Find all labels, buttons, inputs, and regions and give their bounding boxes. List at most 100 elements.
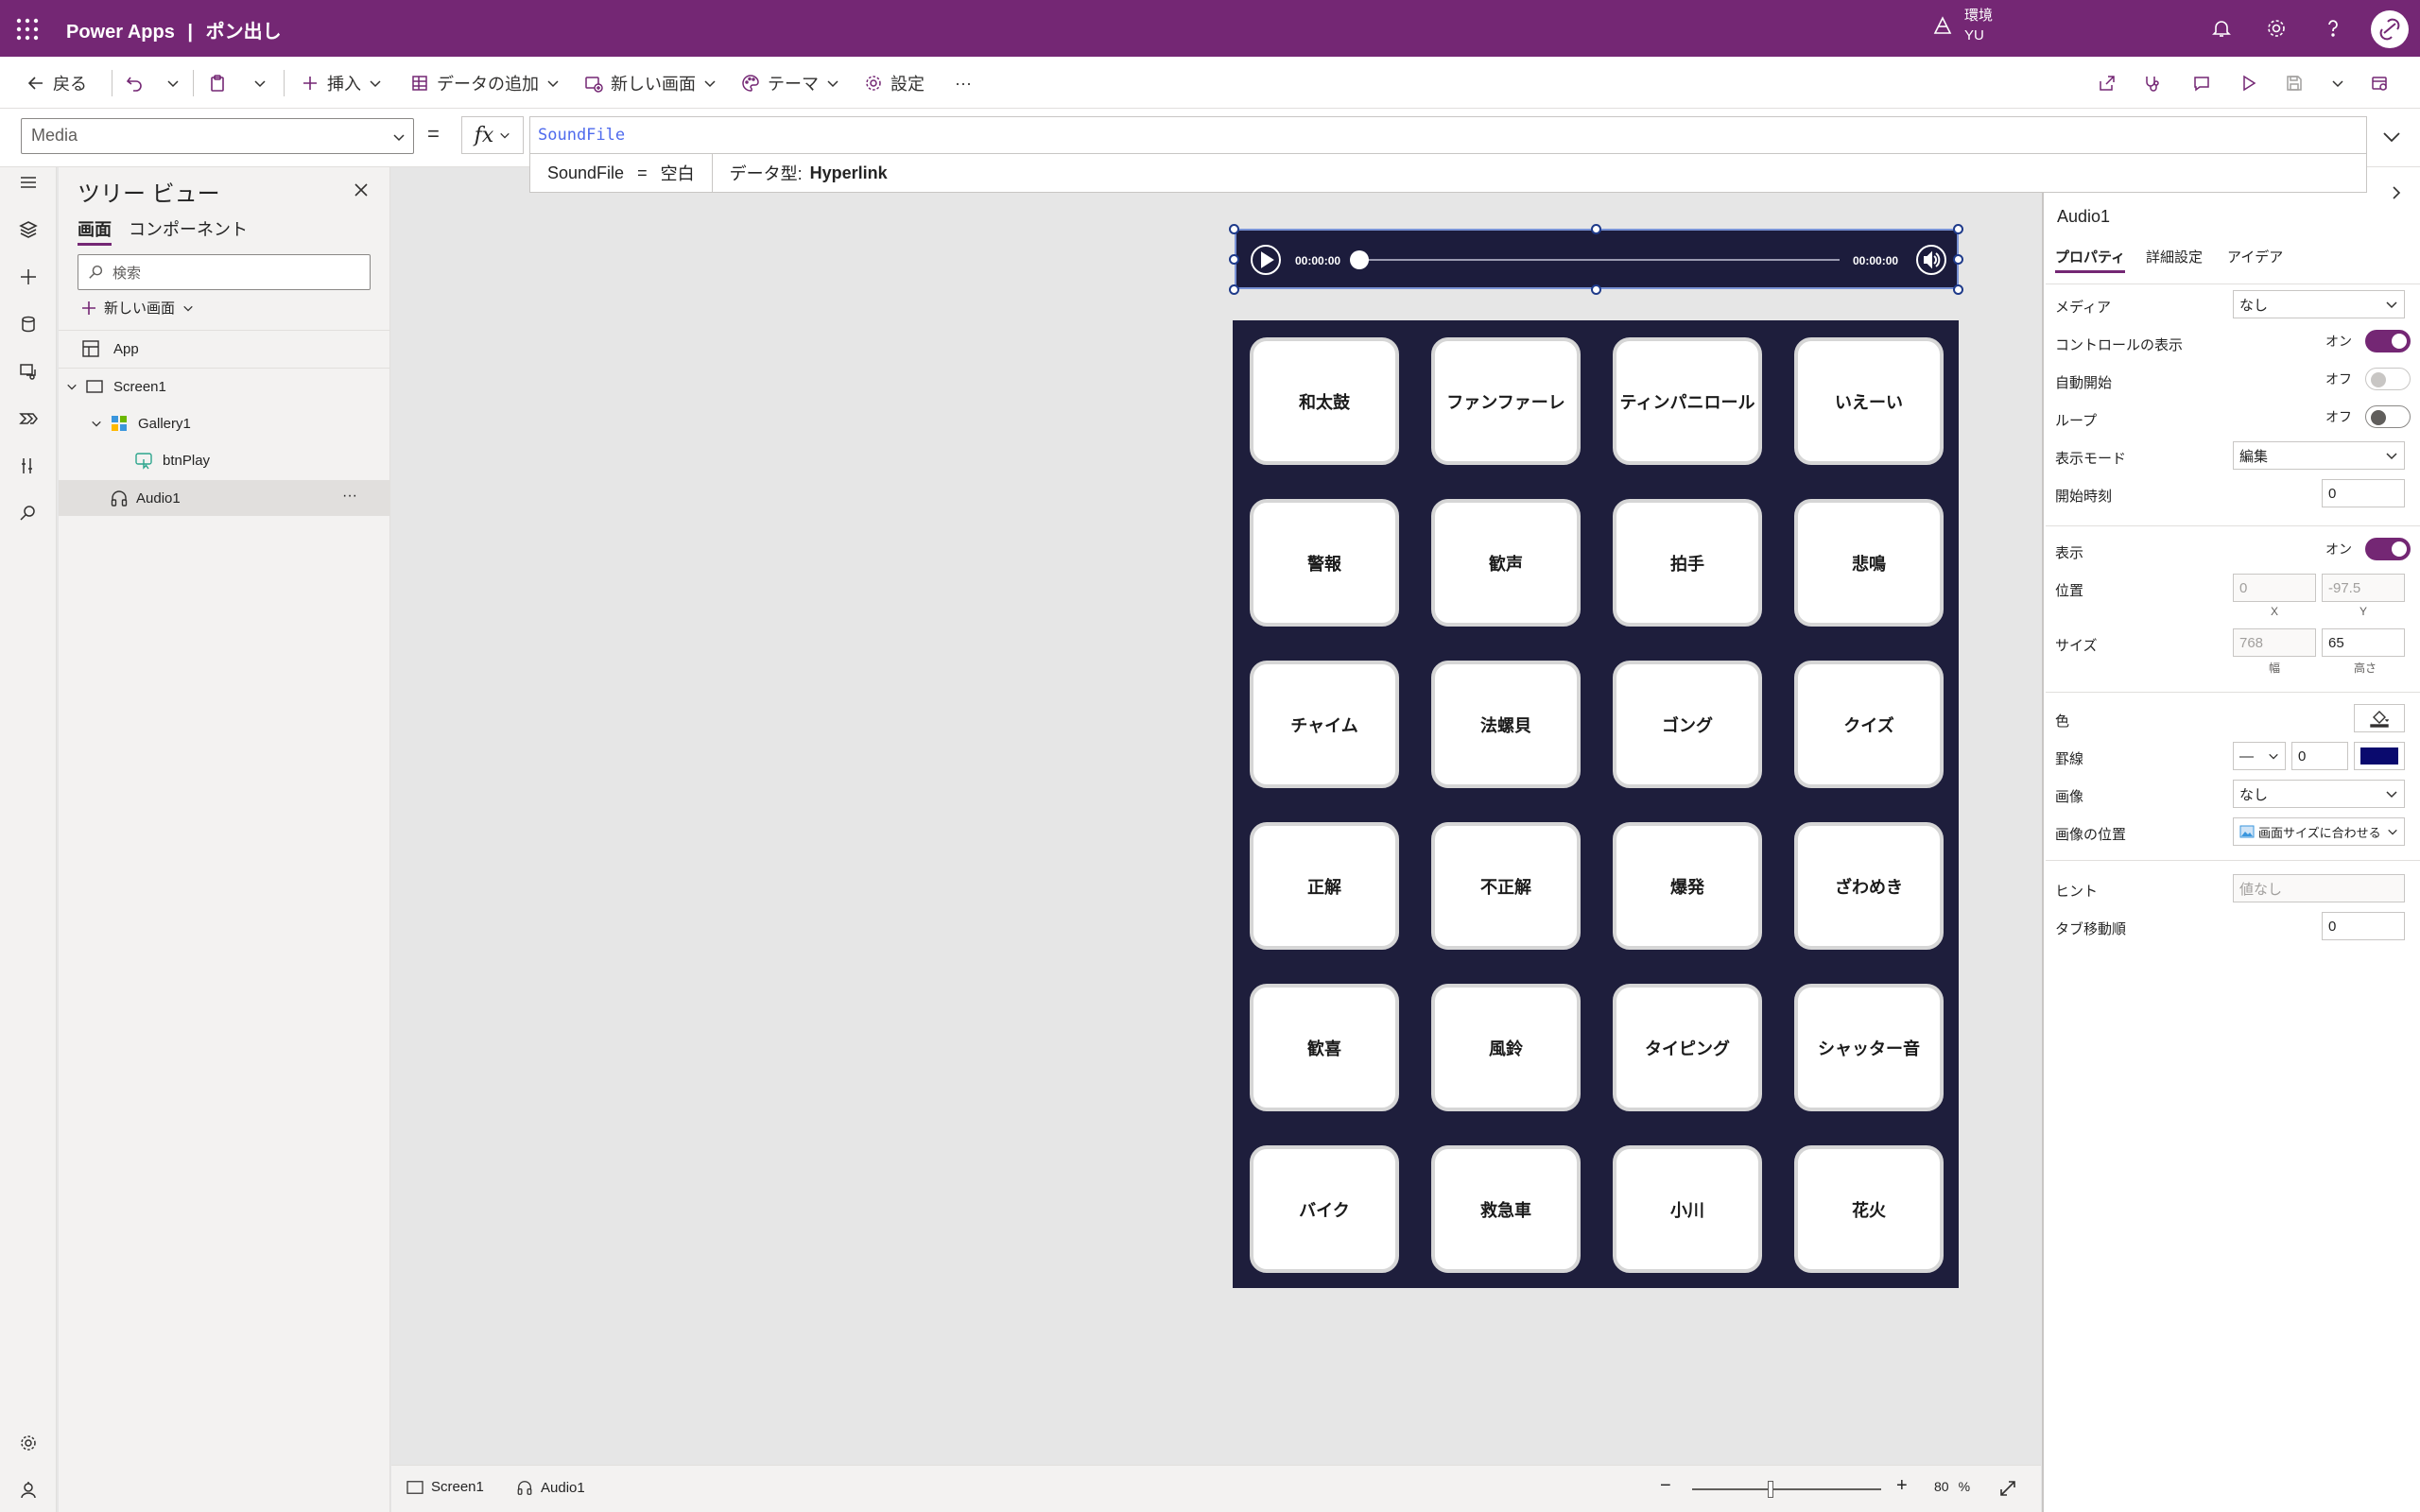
sound-button[interactable]: ざわめき xyxy=(1794,822,1944,950)
border-color-picker[interactable] xyxy=(2354,742,2405,770)
tab-screens[interactable]: 画面 xyxy=(78,216,112,246)
resize-handle[interactable] xyxy=(1953,224,1963,234)
save-dropdown[interactable] xyxy=(2324,69,2352,97)
publish-icon[interactable] xyxy=(2365,69,2394,97)
breadcrumb-screen1[interactable]: Screen1 xyxy=(406,1479,484,1495)
sound-button[interactable]: 警報 xyxy=(1250,499,1399,627)
tab-index-input[interactable]: 0 xyxy=(2322,912,2405,940)
sound-button[interactable]: 風鈴 xyxy=(1431,984,1581,1111)
image-dropdown[interactable]: なし xyxy=(2233,780,2405,808)
waffle-icon[interactable] xyxy=(13,15,42,43)
loop-toggle[interactable]: オフ xyxy=(2325,405,2411,428)
save-icon[interactable] xyxy=(2280,69,2308,97)
resize-handle[interactable] xyxy=(1953,254,1963,265)
hamburger-icon[interactable] xyxy=(13,167,43,198)
power-automate-icon[interactable] xyxy=(13,404,43,434)
environment-picker[interactable]: 環境 YU xyxy=(1932,6,1993,45)
display-mode-dropdown[interactable]: 編集 xyxy=(2233,441,2405,470)
sound-button[interactable]: 法螺貝 xyxy=(1431,661,1581,788)
sound-button[interactable]: チャイム xyxy=(1250,661,1399,788)
fit-to-window-icon[interactable] xyxy=(1998,1479,2017,1498)
advanced-tools-icon[interactable] xyxy=(13,451,43,481)
breadcrumb-audio1[interactable]: Audio1 xyxy=(516,1479,585,1496)
resize-handle[interactable] xyxy=(1953,284,1963,295)
tree-node-audio1[interactable]: Audio1 ··· xyxy=(59,480,390,516)
new-screen-link[interactable]: 新しい画面 xyxy=(81,298,194,318)
settings-button[interactable]: 設定 xyxy=(864,69,925,97)
back-button[interactable]: 戻る xyxy=(26,69,87,97)
tree-node-btnplay[interactable]: btnPlay xyxy=(59,442,390,478)
border-width-input[interactable]: 0 xyxy=(2291,742,2348,770)
zoom-slider[interactable] xyxy=(1692,1481,1881,1498)
tree-view-icon[interactable] xyxy=(13,215,43,245)
zoom-in-button[interactable]: + xyxy=(1896,1475,1908,1497)
toggle-switch[interactable] xyxy=(2365,330,2411,352)
sound-button[interactable]: バイク xyxy=(1250,1145,1399,1273)
media-dropdown[interactable]: なし xyxy=(2233,290,2405,318)
share-icon[interactable] xyxy=(2093,69,2121,97)
sound-button[interactable]: 小川 xyxy=(1613,1145,1762,1273)
tree-node-gallery1[interactable]: Gallery1 xyxy=(59,405,390,441)
show-controls-toggle[interactable]: オン xyxy=(2325,330,2411,352)
tab-components[interactable]: コンポーネント xyxy=(129,216,248,241)
seek-bar[interactable] xyxy=(1350,250,1840,269)
resize-handle[interactable] xyxy=(1229,254,1239,265)
volume-icon[interactable] xyxy=(1915,244,1947,276)
zoom-slider-thumb[interactable] xyxy=(1768,1481,1773,1498)
paste-button[interactable] xyxy=(208,69,227,97)
more-commands-button[interactable]: ··· xyxy=(955,69,972,97)
rail-settings-icon[interactable] xyxy=(13,1428,43,1458)
sound-button[interactable]: ティンパニロール xyxy=(1613,337,1762,465)
sound-button[interactable]: シャッター音 xyxy=(1794,984,1944,1111)
sound-button[interactable]: 救急車 xyxy=(1431,1145,1581,1273)
sound-button[interactable]: いえーい xyxy=(1794,337,1944,465)
search-icon[interactable] xyxy=(13,498,43,528)
insert-button[interactable]: 挿入 xyxy=(301,69,382,97)
toggle-switch[interactable] xyxy=(2365,538,2411,560)
start-time-input[interactable]: 0 xyxy=(2322,479,2405,507)
sound-button[interactable]: クイズ xyxy=(1794,661,1944,788)
add-data-button[interactable]: データの追加 xyxy=(410,69,560,97)
chevron-right-icon[interactable] xyxy=(2388,184,2405,201)
tab-properties[interactable]: プロパティ xyxy=(2055,247,2126,273)
expand-formula-icon[interactable] xyxy=(2377,122,2407,152)
close-icon[interactable] xyxy=(348,177,374,203)
resize-handle[interactable] xyxy=(1229,284,1239,295)
sound-button[interactable]: 花火 xyxy=(1794,1145,1944,1273)
tab-advanced[interactable]: 詳細設定 xyxy=(2146,247,2203,266)
height-input[interactable]: 65 xyxy=(2322,628,2405,657)
resize-handle[interactable] xyxy=(1591,224,1601,234)
color-picker[interactable] xyxy=(2354,704,2405,732)
resize-handle[interactable] xyxy=(1591,284,1601,295)
audio-control[interactable]: 00:00:00 00:00:00 xyxy=(1235,229,1959,289)
width-input[interactable]: 768 xyxy=(2233,628,2316,657)
media-icon[interactable] xyxy=(13,356,43,387)
toggle-switch[interactable] xyxy=(2365,368,2411,390)
user-avatar[interactable] xyxy=(2371,10,2409,48)
notifications-icon[interactable] xyxy=(2206,13,2237,43)
undo-button[interactable] xyxy=(125,69,144,97)
settings-gear-icon[interactable] xyxy=(2261,13,2291,43)
position-x-input[interactable]: 0 xyxy=(2233,574,2316,602)
sound-button[interactable]: 正解 xyxy=(1250,822,1399,950)
border-style-dropdown[interactable]: — xyxy=(2233,742,2286,770)
app-checker-icon[interactable] xyxy=(2138,69,2167,97)
visible-toggle[interactable]: オン xyxy=(2325,538,2411,560)
sound-button[interactable]: 歓喜 xyxy=(1250,984,1399,1111)
formula-input[interactable]: SoundFile xyxy=(529,116,2367,156)
tree-node-app[interactable]: App xyxy=(59,331,390,367)
function-button[interactable]: fx xyxy=(461,116,524,154)
sound-button[interactable]: タイピング xyxy=(1613,984,1762,1111)
sound-button[interactable]: 不正解 xyxy=(1431,822,1581,950)
paste-dropdown[interactable] xyxy=(253,69,267,97)
sound-button[interactable]: 和太鼓 xyxy=(1250,337,1399,465)
tree-search-box[interactable]: 検索 xyxy=(78,254,371,290)
autostart-toggle[interactable]: オフ xyxy=(2325,368,2411,390)
position-y-input[interactable]: -97.5 xyxy=(2322,574,2405,602)
help-icon[interactable] xyxy=(2318,13,2348,43)
tab-ideas[interactable]: アイデア xyxy=(2227,247,2283,266)
seek-thumb[interactable] xyxy=(1350,250,1369,269)
tree-node-screen1[interactable]: Screen1 xyxy=(59,369,390,404)
node-more-icon[interactable]: ··· xyxy=(342,488,357,505)
hint-input[interactable]: 値なし xyxy=(2233,874,2405,902)
